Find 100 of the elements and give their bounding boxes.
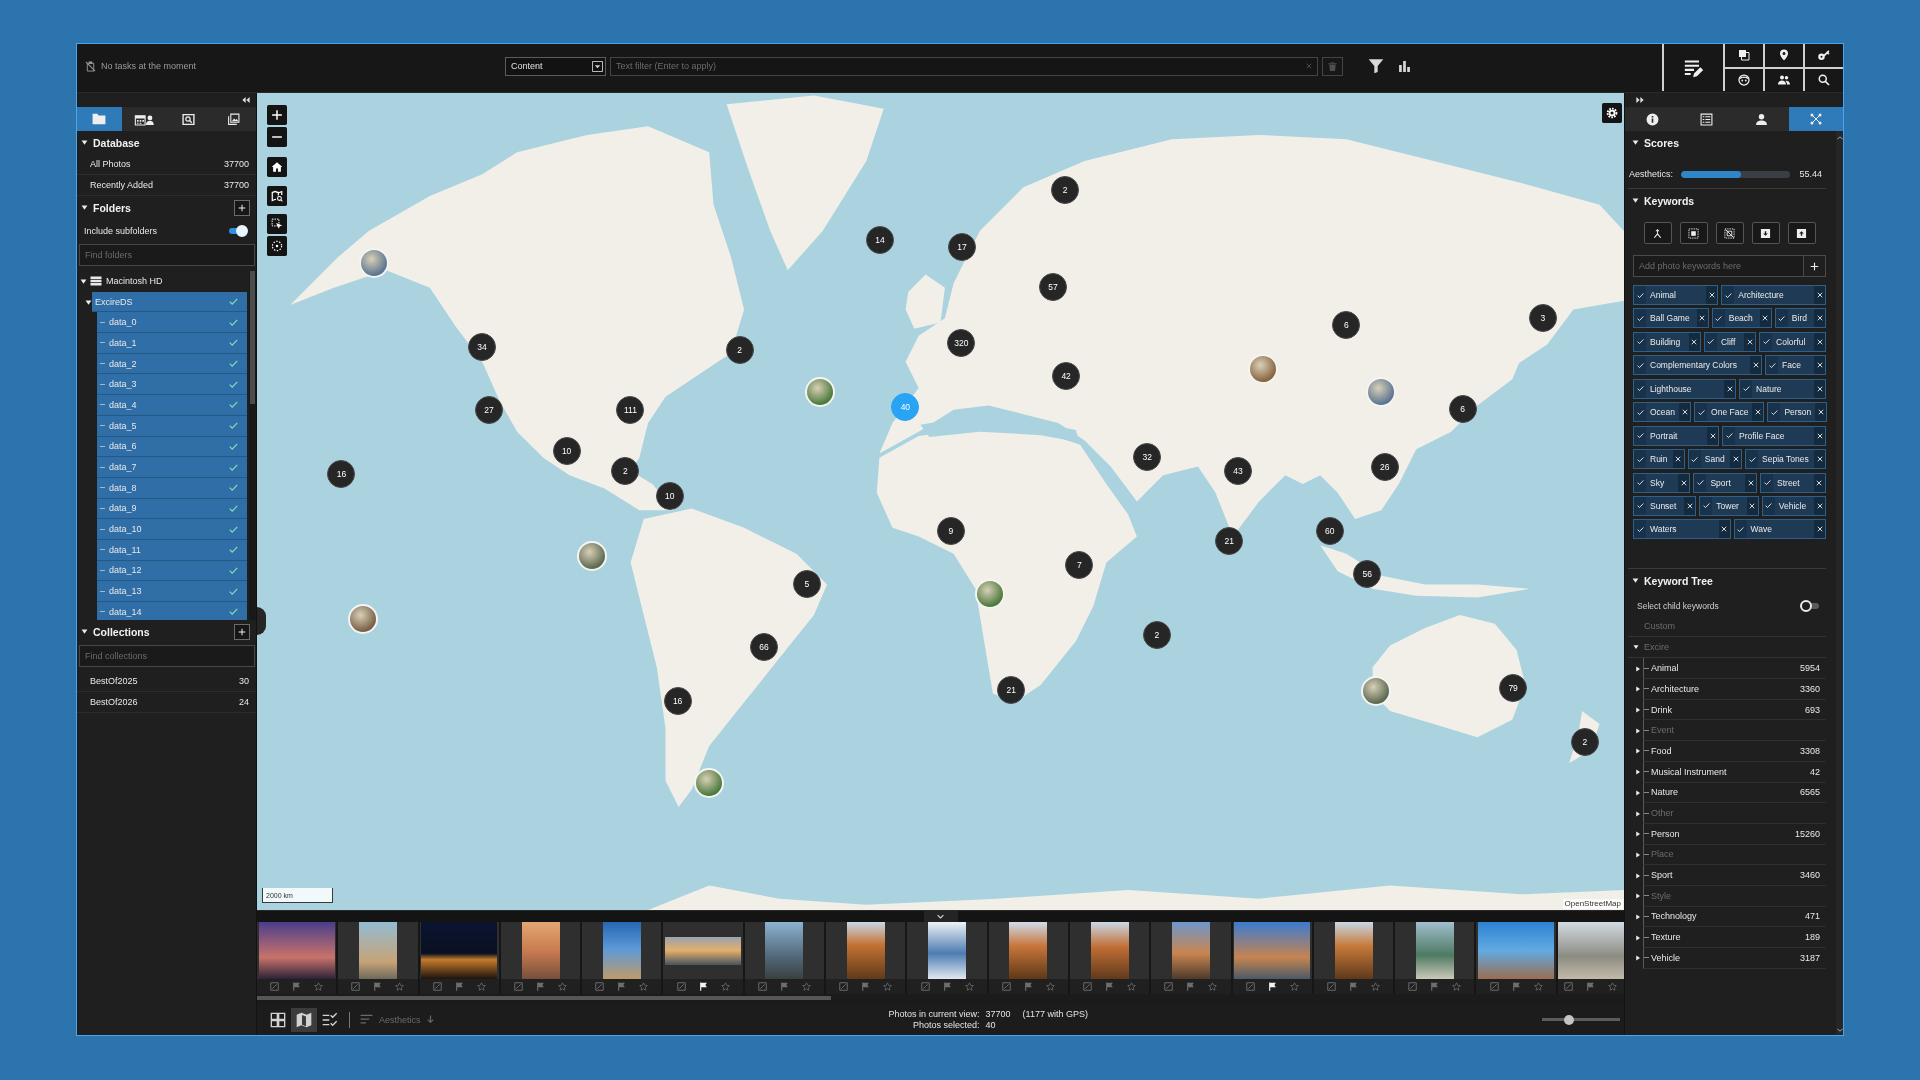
check-icon[interactable] <box>1765 502 1773 510</box>
photo-thumbnail[interactable] <box>1009 922 1048 979</box>
x-icon[interactable] <box>1681 409 1688 416</box>
star-icon[interactable] <box>964 982 974 991</box>
key-icon[interactable] <box>1818 49 1830 62</box>
x-icon[interactable] <box>1699 315 1706 322</box>
add-button[interactable] <box>234 199 250 216</box>
keyword-tool-button[interactable] <box>1787 222 1816 244</box>
filter-icon[interactable] <box>1368 58 1384 74</box>
people-icon[interactable] <box>1778 73 1790 86</box>
scrollbar-thumb[interactable] <box>250 271 255 404</box>
x-icon[interactable] <box>1675 456 1682 463</box>
folder-item[interactable]: data_10 <box>97 519 247 540</box>
star-icon[interactable] <box>1289 982 1299 991</box>
check-icon[interactable] <box>1737 525 1745 533</box>
add-keyword-button[interactable] <box>1804 255 1826 277</box>
check-icon[interactable] <box>1636 525 1644 533</box>
keyword-tag[interactable]: Sand <box>1687 449 1743 470</box>
x-icon[interactable] <box>1686 502 1693 509</box>
keyword-tag[interactable]: Portrait <box>1633 425 1720 446</box>
photo-thumbnail[interactable] <box>1334 922 1373 979</box>
keyword-tag[interactable]: Person <box>1767 402 1828 423</box>
search-field[interactable]: Find collections <box>79 645 255 667</box>
check-icon[interactable] <box>1636 361 1644 369</box>
slashed-square-icon[interactable] <box>270 982 280 991</box>
album-label[interactable]: BestOf2025 <box>90 676 138 686</box>
slashed-square-icon[interactable] <box>1001 982 1011 991</box>
folder-item[interactable]: data_0 <box>97 312 247 334</box>
keyword-tag[interactable]: Building <box>1633 331 1701 352</box>
select-rect-icon[interactable] <box>267 214 287 234</box>
keyword-tool-button[interactable] <box>1643 222 1672 244</box>
keyword-input[interactable]: Add photo keywords here <box>1633 255 1804 277</box>
search-field[interactable]: Find folders <box>79 244 255 266</box>
album-label[interactable]: Recently Added <box>90 180 154 190</box>
caret-down-icon[interactable] <box>81 628 88 635</box>
star-icon[interactable] <box>558 982 568 991</box>
face-icon[interactable] <box>1738 73 1750 86</box>
check-icon[interactable] <box>1707 338 1715 346</box>
view-mode-button[interactable] <box>291 1007 317 1032</box>
layers-icon[interactable] <box>1738 49 1750 62</box>
collapse-handle[interactable] <box>923 911 958 922</box>
check-icon[interactable] <box>1768 361 1776 369</box>
star-icon[interactable] <box>1371 982 1380 991</box>
bar-chart-icon[interactable] <box>1398 59 1411 73</box>
x-icon[interactable] <box>1726 385 1733 392</box>
album-label[interactable]: All Photos <box>90 159 131 169</box>
photo-thumbnail[interactable] <box>1090 922 1129 979</box>
caret-down-icon[interactable] <box>81 139 88 146</box>
keyword-tool-button[interactable] <box>1751 222 1780 244</box>
photo-thumbnail[interactable] <box>421 922 498 979</box>
scrollbar[interactable] <box>249 271 256 620</box>
x-icon[interactable] <box>1709 432 1716 439</box>
star-icon[interactable] <box>1127 982 1137 991</box>
keyword-tag[interactable]: Sunset <box>1633 495 1697 516</box>
check-icon[interactable] <box>1748 455 1756 463</box>
star-icon[interactable] <box>720 982 730 991</box>
slashed-square-icon[interactable] <box>1164 982 1174 991</box>
x-icon[interactable] <box>1816 315 1823 322</box>
folder-item[interactable]: data_13 <box>97 581 247 602</box>
x-icon[interactable] <box>1816 362 1823 369</box>
check-icon[interactable] <box>1636 408 1644 416</box>
keyword-tag[interactable]: One Face <box>1694 402 1765 423</box>
folder-item[interactable]: data_6 <box>97 436 247 458</box>
settings-icon[interactable] <box>1602 103 1622 123</box>
folder-item[interactable]: data_2 <box>97 353 247 375</box>
keyword-tag[interactable]: Animal <box>1633 285 1719 305</box>
x-icon[interactable] <box>1749 502 1756 509</box>
folder-item[interactable]: data_5 <box>97 415 247 437</box>
keyword-tag[interactable]: Cliff <box>1703 331 1757 352</box>
keyword-tag[interactable]: Face <box>1765 355 1826 376</box>
slashed-square-icon[interactable] <box>1327 982 1336 991</box>
check-icon[interactable] <box>1778 314 1786 322</box>
slashed-square-icon[interactable] <box>432 982 442 991</box>
cluster-marker[interactable] <box>257 606 266 635</box>
photo-thumbnail[interactable] <box>1234 922 1311 979</box>
star-icon[interactable] <box>314 982 324 991</box>
x-icon[interactable] <box>1817 409 1824 416</box>
keyword-tag[interactable]: Waters <box>1633 519 1731 540</box>
caret-down-icon[interactable] <box>80 277 87 285</box>
star-icon[interactable] <box>1452 982 1462 991</box>
caret-down-icon[interactable] <box>1632 197 1639 204</box>
photo-thumbnail[interactable] <box>1171 922 1210 979</box>
photo-thumbnail[interactable] <box>1478 922 1555 979</box>
folder-item[interactable]: Macintosh HD <box>87 271 247 292</box>
keyword-tag[interactable]: Beach <box>1711 308 1772 329</box>
keyword-tag[interactable]: Wave <box>1733 519 1826 540</box>
photo-thumbnail[interactable] <box>665 936 742 965</box>
slashed-square-icon[interactable] <box>757 982 767 991</box>
toggle-switch[interactable] <box>1800 599 1820 612</box>
location-pin-icon[interactable] <box>1778 49 1790 62</box>
x-icon[interactable] <box>1680 479 1687 486</box>
caret-down-icon[interactable] <box>81 204 88 211</box>
slashed-square-icon[interactable] <box>351 982 361 991</box>
scrollbar-thumb[interactable] <box>257 996 832 1000</box>
star-icon[interactable] <box>1045 982 1055 991</box>
text-filter-field[interactable]: Text filter (Enter to apply) <box>610 56 1318 76</box>
photo-thumbnail[interactable] <box>602 922 641 979</box>
check-icon[interactable] <box>1636 479 1644 486</box>
flag-icon[interactable] <box>698 982 708 991</box>
slashed-square-icon[interactable] <box>1245 982 1255 991</box>
